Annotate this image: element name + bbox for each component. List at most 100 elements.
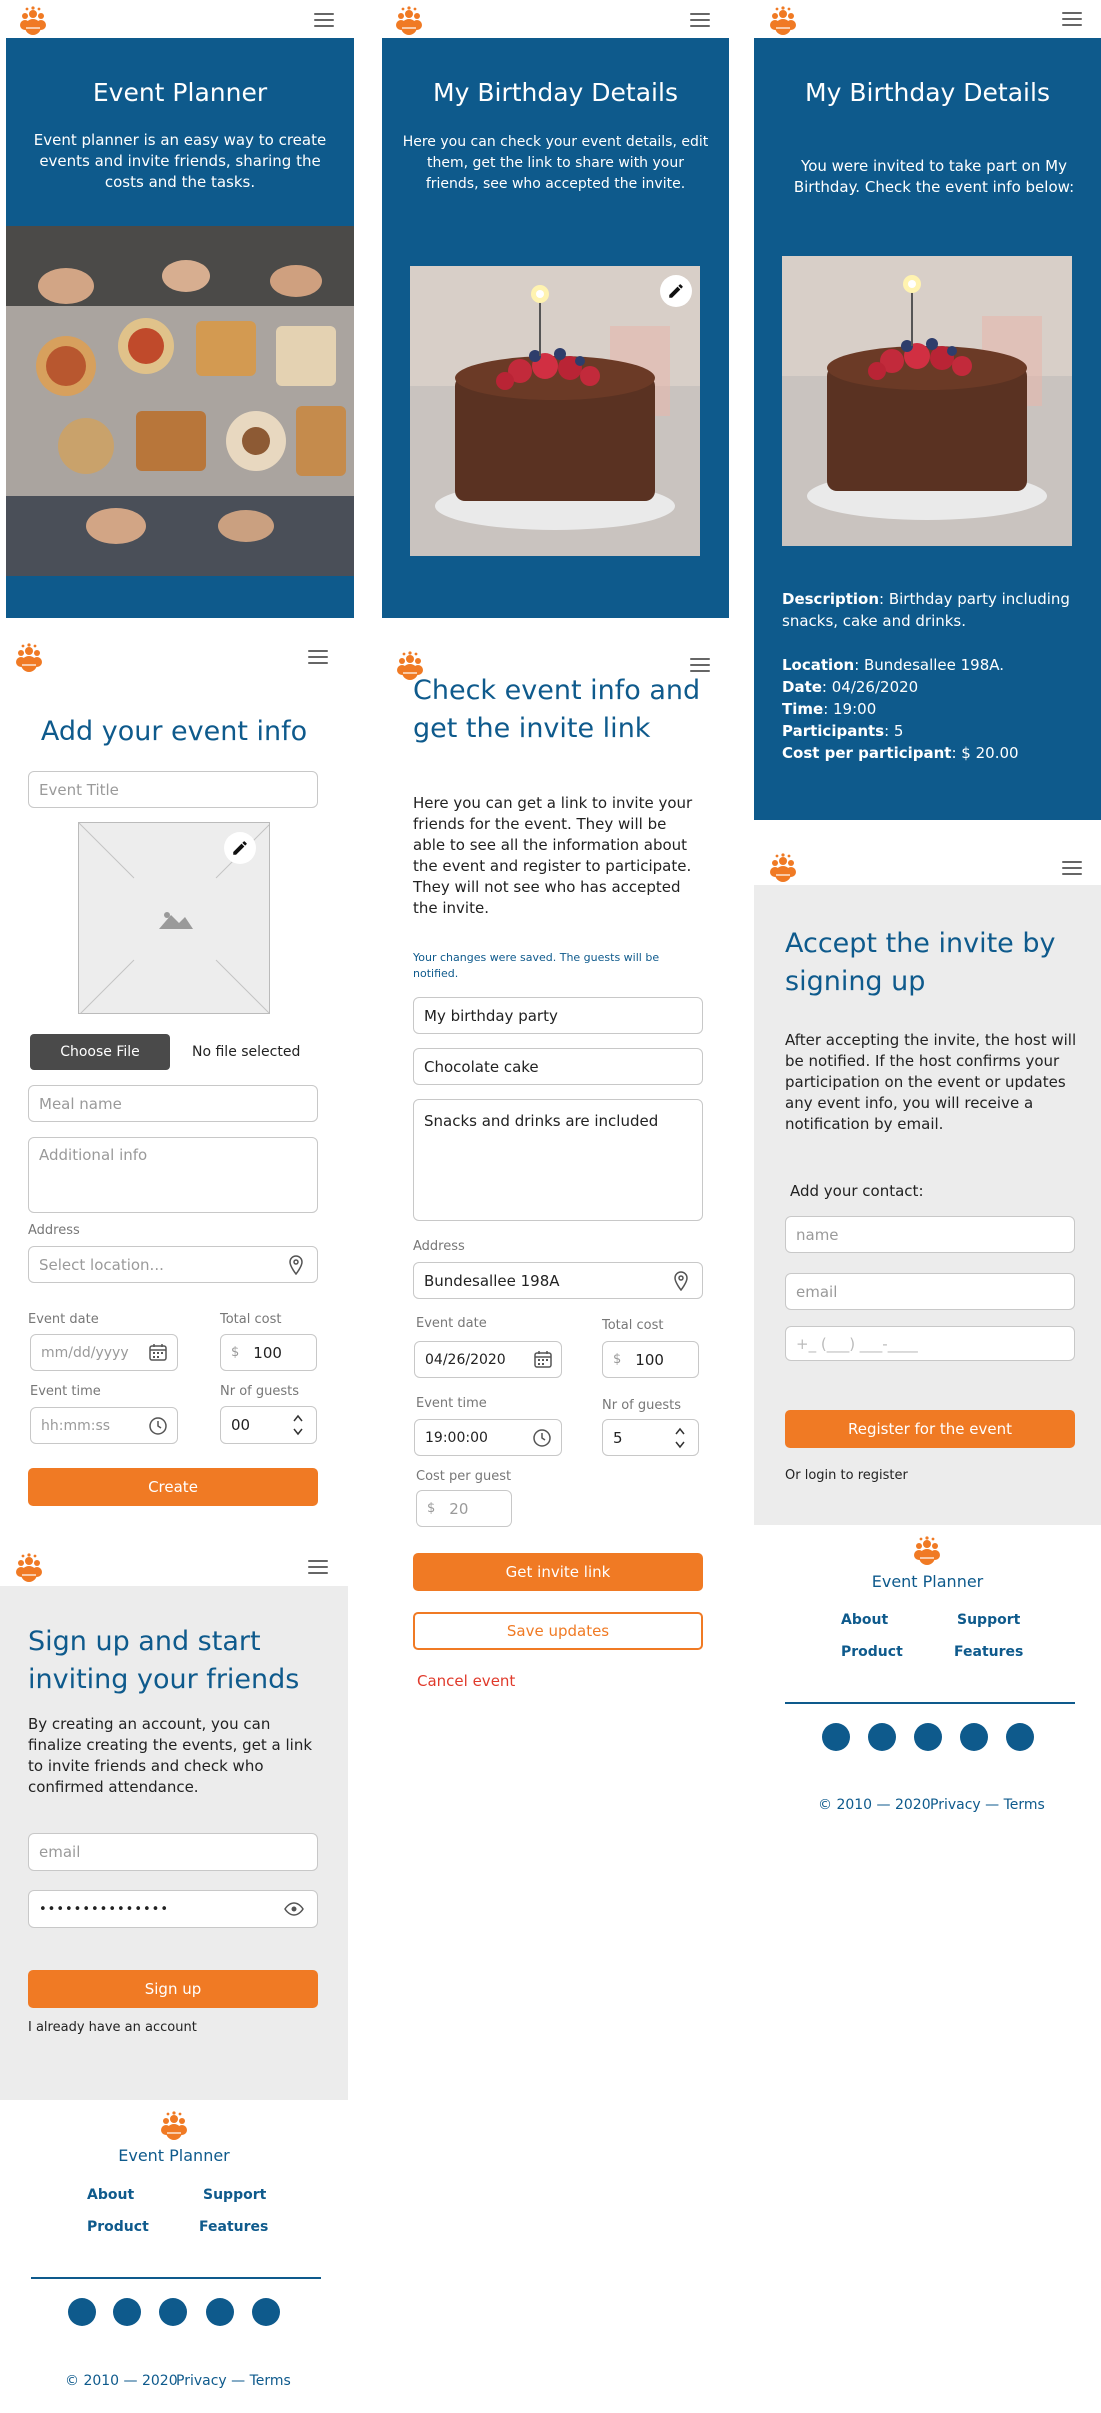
participants-row: Participants: 5	[782, 722, 904, 740]
privacy-terms-link[interactable]: Privacy — Terms	[176, 2373, 291, 2389]
footer-support-link[interactable]: Support	[203, 2187, 266, 2203]
event-title-input[interactable]: My birthday party	[413, 997, 703, 1034]
eye-icon[interactable]	[284, 1902, 304, 1916]
hero-section-1: Event Planner Event planner is an easy w…	[6, 38, 354, 618]
cake-image	[782, 256, 1072, 546]
signup-text: By creating an account, you can finalize…	[28, 1715, 313, 1796]
hamburger-menu-icon[interactable]	[308, 650, 328, 664]
check-event-text: Here you can get a link to invite your f…	[413, 794, 693, 917]
edit-image-button[interactable]	[224, 832, 256, 864]
guests-label: Nr of guests	[602, 1398, 681, 1413]
footer-product-link[interactable]: Product	[841, 1644, 903, 1660]
cost-row: Cost per participant: $ 20.00	[782, 744, 1019, 762]
social-icon[interactable]	[68, 2298, 96, 2326]
register-button[interactable]: Register for the event	[785, 1410, 1075, 1448]
hero-title: Event Planner	[92, 78, 268, 107]
edit-image-button[interactable]	[660, 275, 692, 307]
create-button[interactable]: Create	[28, 1468, 318, 1506]
email-input[interactable]: email	[28, 1833, 318, 1871]
footer-about-link[interactable]: About	[841, 1612, 888, 1628]
password-input[interactable]: •••••••••••••••	[28, 1890, 318, 1928]
footer-product-link[interactable]: Product	[87, 2219, 149, 2235]
social-icon[interactable]	[206, 2298, 234, 2326]
social-icon[interactable]	[252, 2298, 280, 2326]
social-icon[interactable]	[159, 2298, 187, 2326]
save-updates-button[interactable]: Save updates	[413, 1612, 703, 1650]
location-input[interactable]: Select location...	[28, 1246, 318, 1283]
total-cost-label: Total cost	[602, 1318, 664, 1333]
have-account-link[interactable]: I already have an account	[28, 2020, 197, 2035]
event-title-input[interactable]: Event Title	[28, 771, 318, 808]
choose-file-button[interactable]: Choose File	[30, 1034, 170, 1070]
phone-input[interactable]: +_ (___) ___-____	[785, 1326, 1075, 1361]
cost-per-guest-label: Cost per guest	[416, 1469, 512, 1484]
hero-text: You were invited to take part on My Birt…	[793, 157, 1075, 196]
hamburger-menu-icon[interactable]	[314, 13, 334, 27]
event-time-label: Event time	[416, 1396, 487, 1411]
logo-icon[interactable]	[394, 5, 424, 35]
privacy-terms-link[interactable]: Privacy — Terms	[930, 1797, 1045, 1813]
total-cost-value: 100	[253, 1343, 282, 1362]
social-icon[interactable]	[113, 2298, 141, 2326]
calendar-icon	[534, 1351, 552, 1368]
get-invite-link-button[interactable]: Get invite link	[413, 1553, 703, 1591]
logo-icon[interactable]	[18, 5, 48, 35]
currency-symbol: $	[613, 1352, 622, 1367]
footer-features-link[interactable]: Features	[954, 1644, 1023, 1660]
logo-icon[interactable]	[912, 1535, 942, 1565]
meal-name-input[interactable]: Chocolate cake	[413, 1048, 703, 1085]
total-cost-input[interactable]: $ 100	[220, 1334, 317, 1371]
stepper-icon[interactable]	[292, 1413, 304, 1437]
stepper-icon[interactable]	[674, 1426, 686, 1450]
additional-info-textarea[interactable]: Additional info	[28, 1137, 318, 1213]
footer-support-link[interactable]: Support	[957, 1612, 1020, 1628]
name-input[interactable]: name	[785, 1216, 1075, 1253]
hamburger-menu-icon[interactable]	[1062, 12, 1082, 26]
hero-text: Event planner is an easy way to create e…	[33, 131, 327, 191]
date-row: Date: 04/26/2020	[782, 678, 919, 696]
social-icon[interactable]	[1006, 1723, 1034, 1751]
footer-about-link[interactable]: About	[87, 2187, 134, 2203]
accept-text: After accepting the invite, the host wil…	[785, 1031, 1077, 1133]
hamburger-menu-icon[interactable]	[308, 1560, 328, 1574]
logo-icon[interactable]	[159, 2110, 189, 2140]
logo-icon[interactable]	[14, 1552, 44, 1582]
logo-icon[interactable]	[14, 642, 44, 672]
additional-info-textarea[interactable]: Snacks and drinks are included	[413, 1099, 703, 1221]
logo-icon[interactable]	[768, 852, 798, 882]
hero-title: My Birthday Details	[805, 78, 1050, 107]
cost-per-guest-input: $ 20	[416, 1490, 512, 1527]
signup-button[interactable]: Sign up	[28, 1970, 318, 2008]
total-cost-input[interactable]: $ 100	[602, 1341, 699, 1378]
logo-icon[interactable]	[768, 5, 798, 35]
copyright-text: © 2010 — 2020	[65, 2373, 178, 2389]
hamburger-menu-icon[interactable]	[1062, 861, 1082, 875]
social-icon[interactable]	[960, 1723, 988, 1751]
clock-icon	[149, 1417, 167, 1435]
hero-section-2: My Birthday Details Here you can check y…	[382, 38, 729, 618]
meal-name-input[interactable]: Meal name	[28, 1085, 318, 1122]
event-info: Description: Birthday party including sn…	[782, 588, 1082, 764]
hero-section-3: My Birthday Details You were invited to …	[754, 38, 1101, 820]
total-cost-value: 100	[635, 1350, 664, 1369]
location-pin-icon	[289, 1255, 303, 1275]
image-icon	[159, 912, 193, 929]
cancel-event-link[interactable]: Cancel event	[417, 1672, 515, 1690]
login-link[interactable]: Or login to register	[785, 1468, 908, 1483]
copyright-text: © 2010 — 2020	[818, 1797, 931, 1813]
food-table-image	[6, 226, 354, 576]
footer-features-link[interactable]: Features	[199, 2219, 268, 2235]
social-icon[interactable]	[914, 1723, 942, 1751]
location-input[interactable]: Bundesallee 198A	[413, 1262, 703, 1299]
location-pin-icon	[674, 1271, 688, 1291]
hamburger-menu-icon[interactable]	[690, 658, 710, 672]
top-bar-1	[6, 0, 354, 38]
hero-title: My Birthday Details	[433, 78, 678, 107]
social-icon[interactable]	[822, 1723, 850, 1751]
hamburger-menu-icon[interactable]	[690, 13, 710, 27]
address-label: Address	[413, 1239, 465, 1254]
pencil-icon	[669, 284, 683, 298]
social-icon[interactable]	[868, 1723, 896, 1751]
event-time-label: Event time	[30, 1384, 101, 1399]
email-input[interactable]: email	[785, 1273, 1075, 1310]
